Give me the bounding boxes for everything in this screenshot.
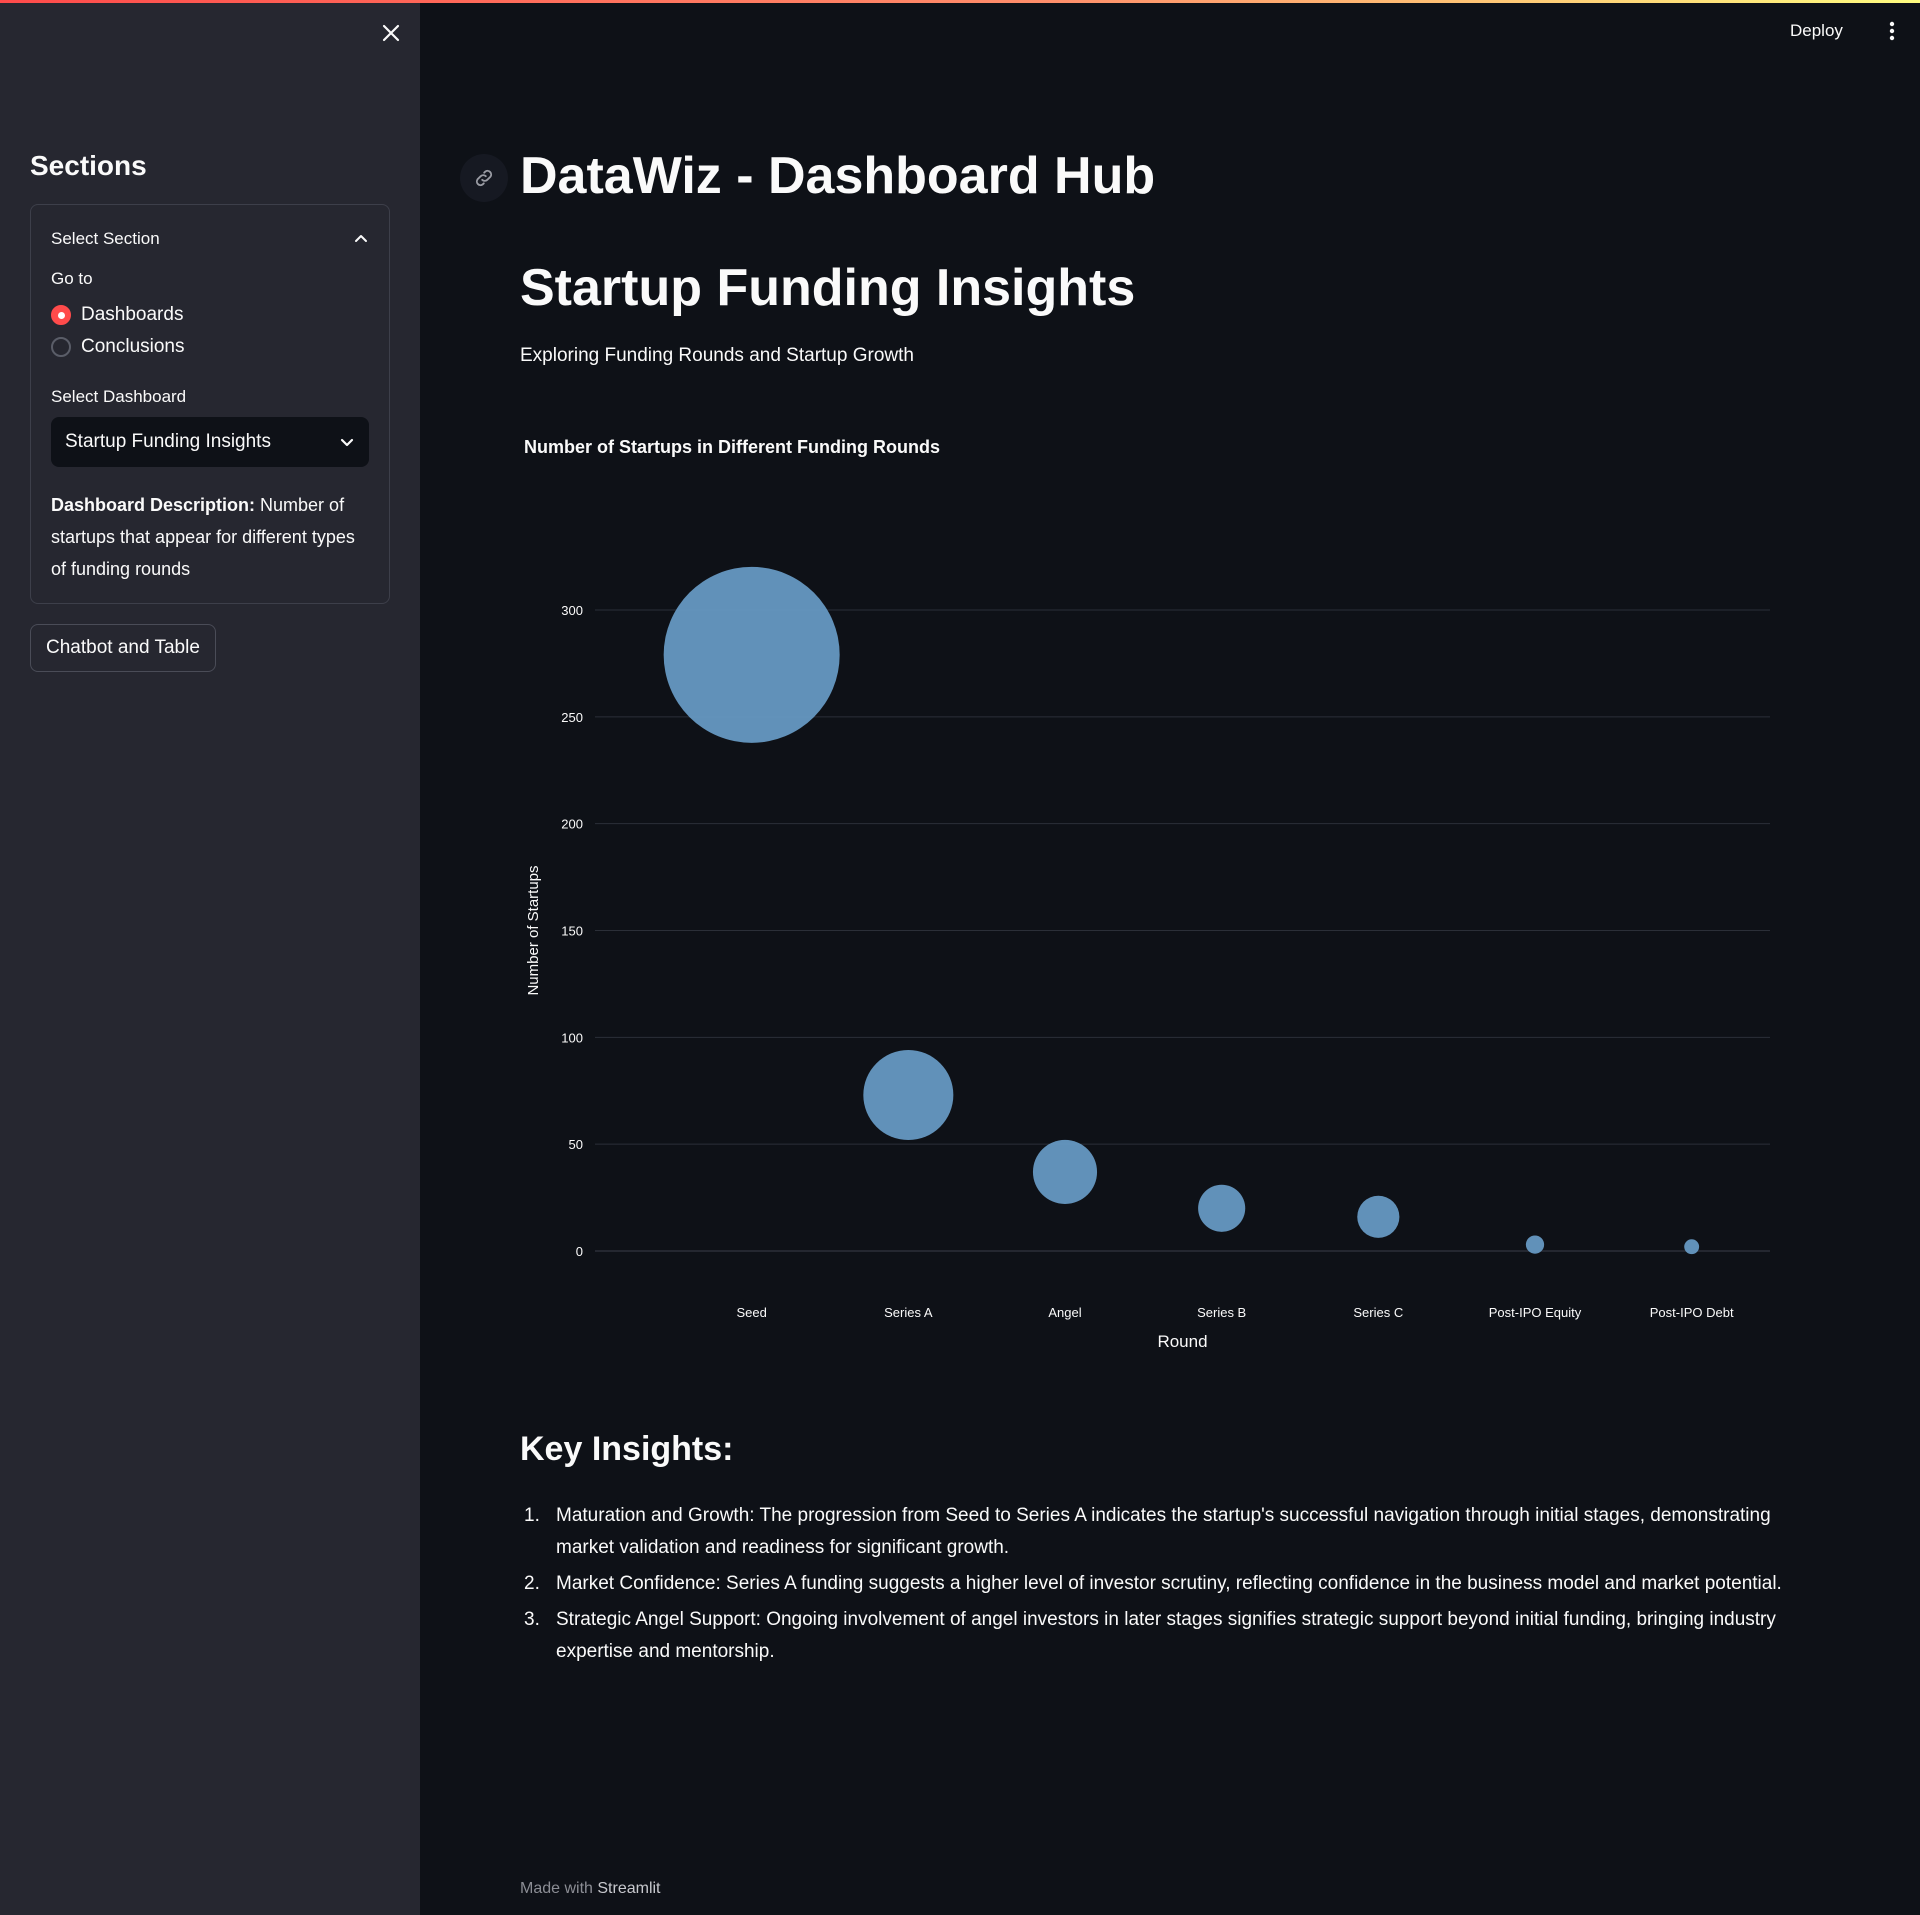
link-icon	[475, 169, 493, 187]
x-tick-label: Post-IPO Debt	[1650, 1305, 1734, 1320]
y-tick-label: 50	[569, 1137, 583, 1152]
x-axis-label: Round	[1157, 1332, 1207, 1351]
x-tick-label: Series C	[1353, 1305, 1403, 1320]
page-title: DataWiz - Dashboard Hub	[520, 147, 1156, 205]
dashboard-title: Startup Funding Insights	[520, 259, 1136, 317]
chart-title: Number of Startups in Different Funding …	[524, 437, 940, 457]
data-bubble	[1684, 1239, 1700, 1255]
streamlit-link[interactable]: Streamlit	[597, 1880, 660, 1897]
x-tick-label: Angel	[1048, 1305, 1081, 1320]
dashboard-description: Dashboard Description: Number of startup…	[51, 489, 369, 585]
insight-item: 1. Maturation and Growth: The progression…	[520, 1500, 1820, 1564]
dashboard-tagline: Exploring Funding Rounds and Startup Gro…	[520, 345, 914, 366]
radio-unchecked-icon	[51, 337, 71, 357]
insights-list: 1. Maturation and Growth: The progression…	[520, 1500, 1820, 1672]
insight-number: 2.	[524, 1573, 540, 1594]
more-vertical-icon	[1889, 21, 1895, 41]
insight-number: 3.	[524, 1609, 540, 1630]
radio-checked-icon	[51, 305, 71, 325]
insight-number: 1.	[524, 1505, 540, 1526]
insight-item: 3. Strategic Angel Support: Ongoing invol…	[520, 1604, 1820, 1668]
chevron-down-icon	[340, 438, 354, 447]
close-icon	[382, 24, 400, 42]
select-dashboard-label: Select Dashboard	[51, 387, 187, 406]
insight-text: Market Confidence: Series A funding sugg…	[556, 1573, 1782, 1594]
goto-label: Go to	[51, 269, 93, 288]
x-tick-label: Post-IPO Equity	[1489, 1305, 1582, 1320]
x-tick-label: Series B	[1197, 1305, 1246, 1320]
main-menu-button[interactable]	[1880, 18, 1904, 44]
section-expander: Select Section Go to Dashboards Conclusi…	[30, 204, 390, 604]
y-tick-label: 250	[561, 710, 583, 725]
data-bubble	[863, 1050, 954, 1141]
insight-text: Strategic Angel Support: Ongoing involve…	[556, 1609, 1776, 1662]
radio-dashboards[interactable]: Dashboards	[51, 301, 183, 329]
funding-rounds-bubble-chart: 0 50 100 150 200 250 300 Seed Series A Angel Serie…	[525, 566, 1770, 1351]
radio-label: Dashboards	[81, 304, 184, 325]
data-bubble	[663, 566, 840, 743]
description-label: Dashboard Description:	[51, 495, 256, 515]
deploy-button[interactable]: Deploy	[1790, 18, 1843, 44]
y-tick-label: 300	[561, 603, 583, 618]
insight-item: 2. Market Confidence: Series A funding su…	[520, 1568, 1820, 1600]
radio-conclusions[interactable]: Conclusions	[51, 333, 185, 361]
x-tick-label: Seed	[736, 1305, 766, 1320]
expander-label: Select Section	[51, 229, 160, 248]
y-axis-label: Number of Startups	[525, 865, 542, 995]
close-sidebar-button[interactable]	[376, 18, 406, 48]
y-tick-label: 150	[561, 924, 583, 939]
radio-label: Conclusions	[81, 336, 185, 357]
chatbot-and-table-button[interactable]: Chatbot and Table	[30, 624, 216, 672]
insights-heading: Key Insights:	[520, 1430, 734, 1468]
heading-anchor-link[interactable]	[460, 154, 508, 202]
data-bubble	[1357, 1195, 1400, 1238]
insight-text: Maturation and Growth: The progression f…	[556, 1505, 1771, 1558]
y-tick-label: 200	[561, 817, 583, 832]
footer-prefix: Made with	[520, 1880, 598, 1897]
data-bubble	[1032, 1139, 1098, 1204]
footer: Made with Streamlit	[520, 1880, 661, 1898]
top-decoration-bar	[0, 0, 1920, 3]
dashboard-select-value: Startup Funding Insights	[65, 431, 271, 452]
data-bubble	[1198, 1184, 1246, 1232]
sidebar: Sections Select Section Go to Dashboards…	[0, 0, 420, 1915]
data-bubble	[1525, 1235, 1545, 1254]
expander-header[interactable]: Select Section	[51, 225, 369, 253]
x-tick-label: Series A	[884, 1305, 933, 1320]
y-tick-label: 0	[576, 1244, 583, 1259]
y-tick-label: 100	[561, 1030, 583, 1045]
sidebar-title: Sections	[30, 150, 147, 181]
chevron-up-icon	[355, 235, 367, 242]
dashboard-select[interactable]: Startup Funding Insights	[51, 417, 369, 467]
